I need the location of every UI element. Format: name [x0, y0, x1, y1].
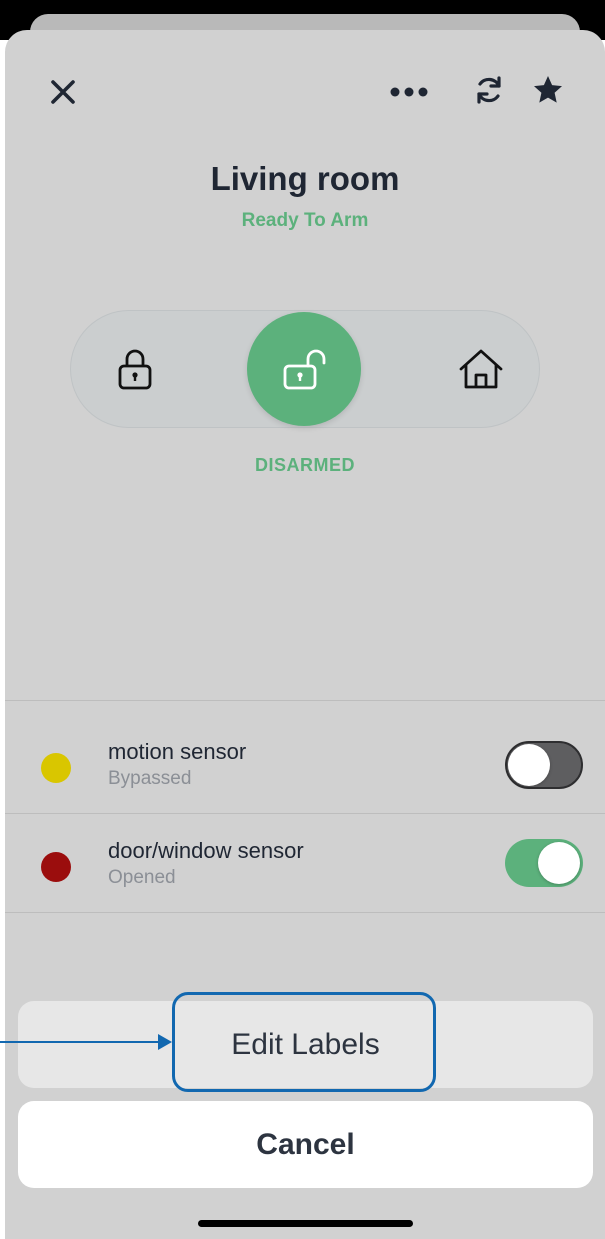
status-dot	[41, 852, 71, 882]
list-item: door/window sensor Opened	[5, 814, 605, 912]
home-indicator	[198, 1220, 413, 1227]
bypass-toggle[interactable]	[505, 839, 583, 887]
sensor-name: door/window sensor	[108, 838, 304, 863]
arm-away-lock-icon[interactable]	[105, 339, 165, 399]
star-icon[interactable]	[528, 70, 568, 110]
cancel-button[interactable]: Cancel	[18, 1101, 593, 1188]
toggle-knob	[508, 744, 550, 786]
divider	[5, 912, 605, 913]
arrow-head	[158, 1034, 172, 1050]
status-dot	[41, 753, 71, 783]
arrow-annotation	[0, 1041, 162, 1043]
bypass-toggle[interactable]	[505, 741, 583, 789]
list-item: motion sensor Bypassed	[5, 701, 605, 799]
more-icon[interactable]	[387, 72, 431, 112]
arm-home-icon[interactable]	[451, 339, 511, 399]
sensor-status: Opened	[108, 867, 176, 888]
highlight-annotation	[172, 992, 436, 1092]
close-icon[interactable]	[43, 72, 83, 112]
toggle-knob	[538, 842, 580, 884]
room-title: Living room	[210, 160, 400, 197]
refresh-icon[interactable]	[469, 70, 509, 110]
arm-state-label: DISARMED	[254, 455, 355, 475]
room-status: Ready To Arm	[241, 210, 369, 231]
sensor-status: Bypassed	[108, 768, 192, 789]
disarm-unlock-icon[interactable]	[247, 312, 361, 426]
sensor-name: motion sensor	[108, 739, 247, 764]
